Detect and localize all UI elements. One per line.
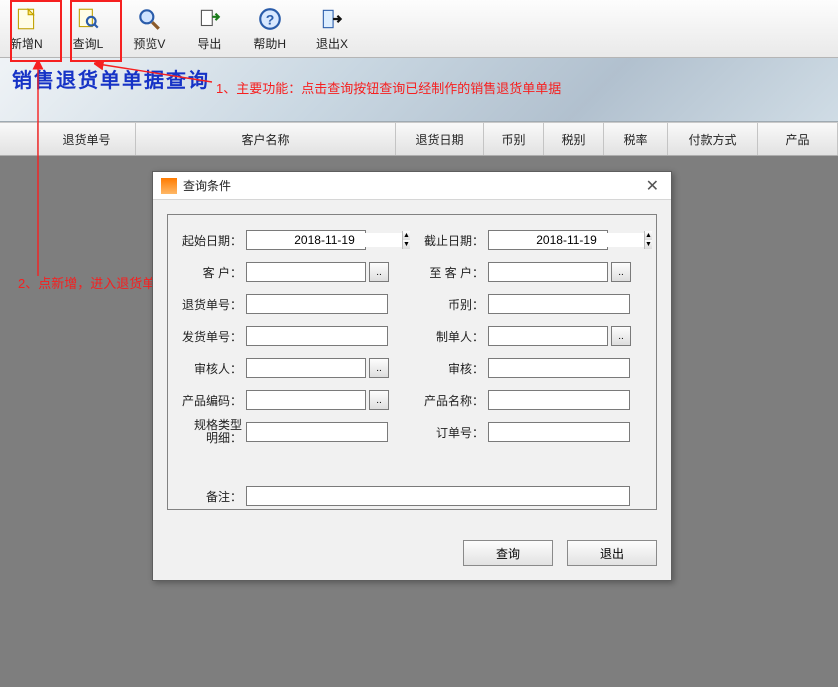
main-toolbar: 新增N 查询L 预览V 导出 ? 帮助H 退出X <box>0 0 838 58</box>
end-date-label: 截止日期： <box>418 232 488 249</box>
product-code-input[interactable] <box>246 390 366 410</box>
exit-button[interactable]: 退出X <box>312 3 352 54</box>
new-label: 新增N <box>10 35 43 52</box>
grid-header: 退货单号 客户名称 退货日期 币别 税别 税率 付款方式 产品 <box>0 122 838 156</box>
order-no-input[interactable] <box>488 422 630 442</box>
query-dialog: 查询条件 ✕ 起始日期： ▲▼ 截止日期： ▲▼ 客 户： .. 至 客 户： <box>152 171 672 581</box>
spec-input[interactable] <box>246 422 388 442</box>
product-code-label: 产品编码： <box>176 392 246 409</box>
exit-label: 退出X <box>316 35 348 52</box>
new-button[interactable]: 新增N <box>6 3 47 54</box>
grid-gutter <box>0 123 38 155</box>
dialog-titlebar: 查询条件 ✕ <box>153 172 671 200</box>
spec-label: 规格类型明细： <box>176 419 246 445</box>
start-date-spinner[interactable]: ▲▼ <box>246 230 366 250</box>
preview-button[interactable]: 预览V <box>129 3 169 54</box>
currency-label: 币别： <box>418 296 488 313</box>
product-name-input[interactable] <box>488 390 630 410</box>
col-return-date[interactable]: 退货日期 <box>396 123 484 155</box>
dialog-icon <box>161 178 177 194</box>
help-icon: ? <box>256 5 284 33</box>
spin-down-icon[interactable]: ▼ <box>403 240 410 249</box>
end-date-input[interactable] <box>489 233 644 247</box>
preview-label: 预览V <box>133 35 165 52</box>
spin-up-icon[interactable]: ▲ <box>403 231 410 240</box>
close-icon[interactable]: ✕ <box>642 176 663 196</box>
svg-text:?: ? <box>265 11 274 27</box>
audit-label: 审核： <box>418 360 488 377</box>
product-name-label: 产品名称： <box>418 392 488 409</box>
maker-lookup-button[interactable]: .. <box>611 326 631 346</box>
return-no-label: 退货单号： <box>176 296 246 313</box>
query-button[interactable]: 查询L <box>69 3 108 54</box>
auditor-label: 审核人： <box>176 360 246 377</box>
help-label: 帮助H <box>253 35 286 52</box>
dialog-body: 起始日期： ▲▼ 截止日期： ▲▼ 客 户： .. 至 客 户： .. <box>167 214 657 510</box>
remark-input[interactable] <box>246 486 630 506</box>
col-currency[interactable]: 币别 <box>484 123 544 155</box>
annotation-note-1: 1、主要功能：点击查询按钮查询已经制作的销售退货单单据 <box>216 78 561 97</box>
delivery-no-input[interactable] <box>246 326 388 346</box>
end-date-spinner[interactable]: ▲▼ <box>488 230 608 250</box>
search-document-icon <box>74 5 102 33</box>
return-no-input[interactable] <box>246 294 388 314</box>
to-customer-label: 至 客 户： <box>418 264 488 281</box>
dialog-exit-button[interactable]: 退出 <box>567 540 657 566</box>
maker-label: 制单人： <box>418 328 488 345</box>
customer-lookup-button[interactable]: .. <box>369 262 389 282</box>
export-button[interactable]: 导出 <box>191 3 227 54</box>
spin-up-icon[interactable]: ▲ <box>645 231 652 240</box>
customer-input[interactable] <box>246 262 366 282</box>
maker-input[interactable] <box>488 326 608 346</box>
product-code-lookup-button[interactable]: .. <box>369 390 389 410</box>
dialog-query-button[interactable]: 查询 <box>463 540 553 566</box>
remark-label: 备注： <box>176 488 246 505</box>
col-payment[interactable]: 付款方式 <box>668 123 758 155</box>
col-product[interactable]: 产品 <box>758 123 838 155</box>
query-label: 查询L <box>73 35 104 52</box>
customer-label: 客 户： <box>176 264 246 281</box>
start-date-label: 起始日期： <box>176 232 246 249</box>
start-date-input[interactable] <box>247 233 402 247</box>
to-customer-lookup-button[interactable]: .. <box>611 262 631 282</box>
order-no-label: 订单号： <box>418 424 488 441</box>
export-label: 导出 <box>197 35 221 52</box>
help-button[interactable]: ? 帮助H <box>249 3 290 54</box>
exit-icon <box>318 5 346 33</box>
auditor-input[interactable] <box>246 358 366 378</box>
delivery-no-label: 发货单号： <box>176 328 246 345</box>
col-tax-type[interactable]: 税别 <box>544 123 604 155</box>
dialog-title-text: 查询条件 <box>183 177 642 194</box>
audit-input[interactable] <box>488 358 630 378</box>
col-return-no[interactable]: 退货单号 <box>38 123 136 155</box>
col-tax-rate[interactable]: 税率 <box>604 123 668 155</box>
magnifier-icon <box>135 5 163 33</box>
new-document-icon <box>12 5 40 33</box>
spin-down-icon[interactable]: ▼ <box>645 240 652 249</box>
export-icon <box>195 5 223 33</box>
auditor-lookup-button[interactable]: .. <box>369 358 389 378</box>
currency-input[interactable] <box>488 294 630 314</box>
col-customer[interactable]: 客户名称 <box>136 123 396 155</box>
to-customer-input[interactable] <box>488 262 608 282</box>
dialog-buttons: 查询 退出 <box>463 540 657 566</box>
